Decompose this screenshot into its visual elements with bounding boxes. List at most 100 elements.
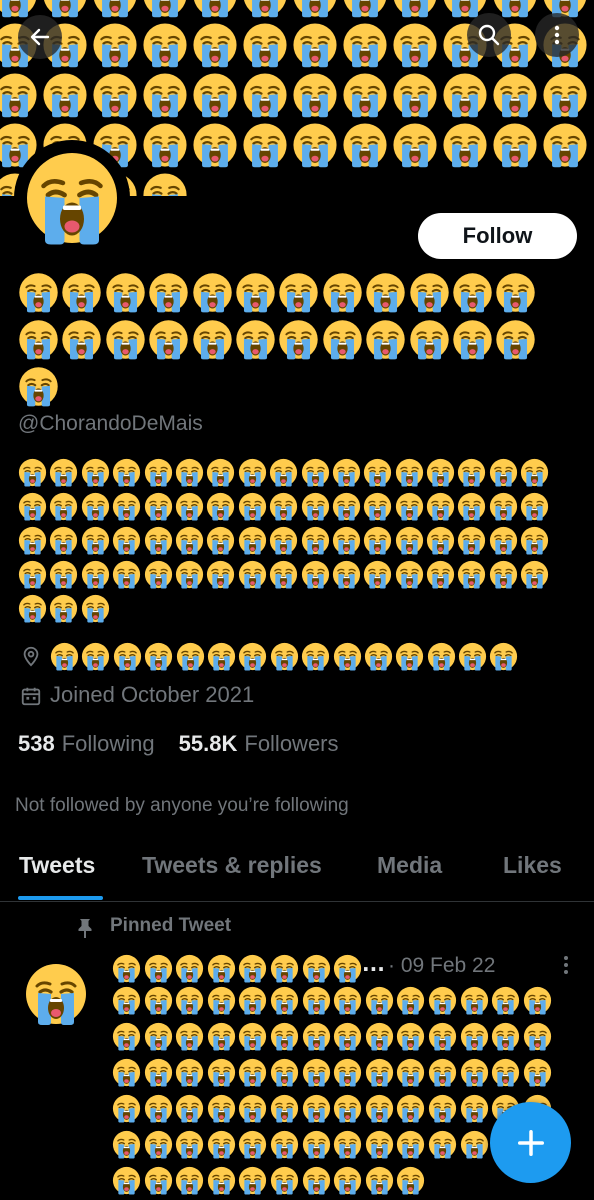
- crying-face-emoji: [457, 560, 486, 589]
- crying-face-emoji: [112, 954, 141, 983]
- crying-face-emoji: [427, 642, 456, 671]
- crying-face-emoji: [491, 1022, 520, 1051]
- tab-tweets[interactable]: Tweets: [19, 852, 95, 879]
- crying-face-emoji: [332, 492, 361, 521]
- banner-crying-face-emoji: [192, 122, 238, 168]
- profile-avatar[interactable]: [14, 140, 130, 256]
- crying-face-emoji: [428, 1094, 457, 1123]
- crying-face-emoji: [144, 492, 173, 521]
- crying-face-emoji: [112, 1022, 141, 1051]
- crying-face-emoji: [278, 272, 319, 313]
- crying-face-emoji: [302, 1022, 331, 1051]
- crying-face-emoji: [18, 366, 59, 407]
- compose-tweet-button[interactable]: [490, 1102, 571, 1183]
- location-pin-icon: [23, 646, 39, 667]
- banner-crying-face-emoji: [292, 122, 338, 168]
- crying-face-emoji: [112, 492, 141, 521]
- crying-face-emoji: [302, 1058, 331, 1087]
- banner-crying-face-emoji: [242, 22, 288, 68]
- crying-face-emoji: [489, 458, 518, 487]
- crying-face-emoji: [148, 272, 189, 313]
- crying-face-emoji: [270, 1022, 299, 1051]
- crying-face-emoji: [81, 526, 110, 555]
- crying-face-emoji: [396, 1022, 425, 1051]
- more-options-button[interactable]: [535, 13, 579, 57]
- crying-face-emoji: [452, 319, 493, 360]
- crying-face-emoji: [395, 492, 424, 521]
- crying-face-emoji: [144, 1166, 173, 1195]
- crying-face-emoji: [175, 458, 204, 487]
- crying-face-emoji: [523, 1058, 552, 1087]
- crying-face-emoji: [363, 526, 392, 555]
- crying-face-emoji: [18, 319, 59, 360]
- crying-face-emoji: [333, 1058, 362, 1087]
- follow-button[interactable]: Follow: [418, 213, 577, 259]
- crying-face-emoji: [365, 986, 394, 1015]
- back-button[interactable]: [18, 15, 62, 59]
- crying-face-emoji: [206, 560, 235, 589]
- crying-face-emoji: [302, 1094, 331, 1123]
- crying-face-emoji: [238, 642, 267, 671]
- crying-face-emoji: [238, 526, 267, 555]
- crying-face-emoji: [144, 526, 173, 555]
- crying-face-emoji: [207, 1166, 236, 1195]
- crying-face-emoji: [363, 492, 392, 521]
- crying-face-emoji: [238, 1022, 267, 1051]
- crying-face-emoji: [491, 1058, 520, 1087]
- tab-media[interactable]: Media: [377, 852, 442, 879]
- crying-face-emoji: [270, 1058, 299, 1087]
- tweet-author-avatar[interactable]: [24, 962, 88, 1026]
- crying-face-emoji: [426, 492, 455, 521]
- more-vertical-icon: [554, 25, 560, 45]
- crying-face-emoji: [395, 526, 424, 555]
- banner-crying-face-emoji: [392, 72, 438, 118]
- crying-face-emoji: [333, 1022, 362, 1051]
- banner-crying-face-emoji: [42, 0, 88, 18]
- crying-face-emoji: [238, 1058, 267, 1087]
- crying-face-emoji: [238, 1130, 267, 1159]
- banner-crying-face-emoji: [392, 122, 438, 168]
- crying-face-emoji: [175, 954, 204, 983]
- banner-crying-face-emoji: [442, 72, 488, 118]
- crying-face-emoji: [489, 642, 518, 671]
- crying-face-emoji: [235, 319, 276, 360]
- crying-face-emoji: [112, 526, 141, 555]
- crying-face-emoji: [238, 458, 267, 487]
- search-button[interactable]: [467, 13, 511, 57]
- crying-face-emoji: [176, 642, 205, 671]
- crying-face-emoji: [460, 1094, 489, 1123]
- crying-face-emoji: [144, 458, 173, 487]
- crying-face-emoji: [61, 319, 102, 360]
- crying-face-emoji: [207, 642, 236, 671]
- crying-face-emoji: [238, 492, 267, 521]
- crying-face-emoji: [301, 560, 330, 589]
- tweet-author-name[interactable]: [112, 952, 372, 986]
- banner-crying-face-emoji: [92, 72, 138, 118]
- crying-face-emoji: [175, 1094, 204, 1123]
- crying-face-emoji: [238, 1094, 267, 1123]
- tab-likes[interactable]: Likes: [503, 852, 562, 879]
- banner-crying-face-emoji: [292, 72, 338, 118]
- crying-face-emoji: [452, 272, 493, 313]
- crying-face-emoji: [523, 1022, 552, 1051]
- banner-crying-face-emoji: [292, 0, 338, 18]
- tab-tweets-and-replies[interactable]: Tweets & replies: [142, 852, 322, 879]
- crying-face-emoji: [428, 986, 457, 1015]
- banner-crying-face-emoji: [242, 122, 288, 168]
- joined-date: Joined October 2021: [50, 682, 255, 707]
- banner-crying-face-emoji: [92, 22, 138, 68]
- crying-face-emoji: [206, 526, 235, 555]
- followers-label: Followers: [244, 731, 339, 756]
- crying-face-emoji: [301, 458, 330, 487]
- crying-face-emoji: [18, 272, 59, 313]
- tweet-more-icon[interactable]: [559, 954, 573, 976]
- crying-face-emoji: [270, 1130, 299, 1159]
- followers-link[interactable]: 55.8K Followers: [179, 731, 339, 757]
- following-link[interactable]: 538 Following: [18, 731, 155, 757]
- crying-face-emoji: [207, 954, 236, 983]
- crying-face-emoji: [112, 560, 141, 589]
- banner-crying-face-emoji: [492, 122, 538, 168]
- crying-face-emoji: [495, 272, 536, 313]
- crying-face-emoji: [49, 492, 78, 521]
- crying-face-emoji: [365, 1166, 394, 1195]
